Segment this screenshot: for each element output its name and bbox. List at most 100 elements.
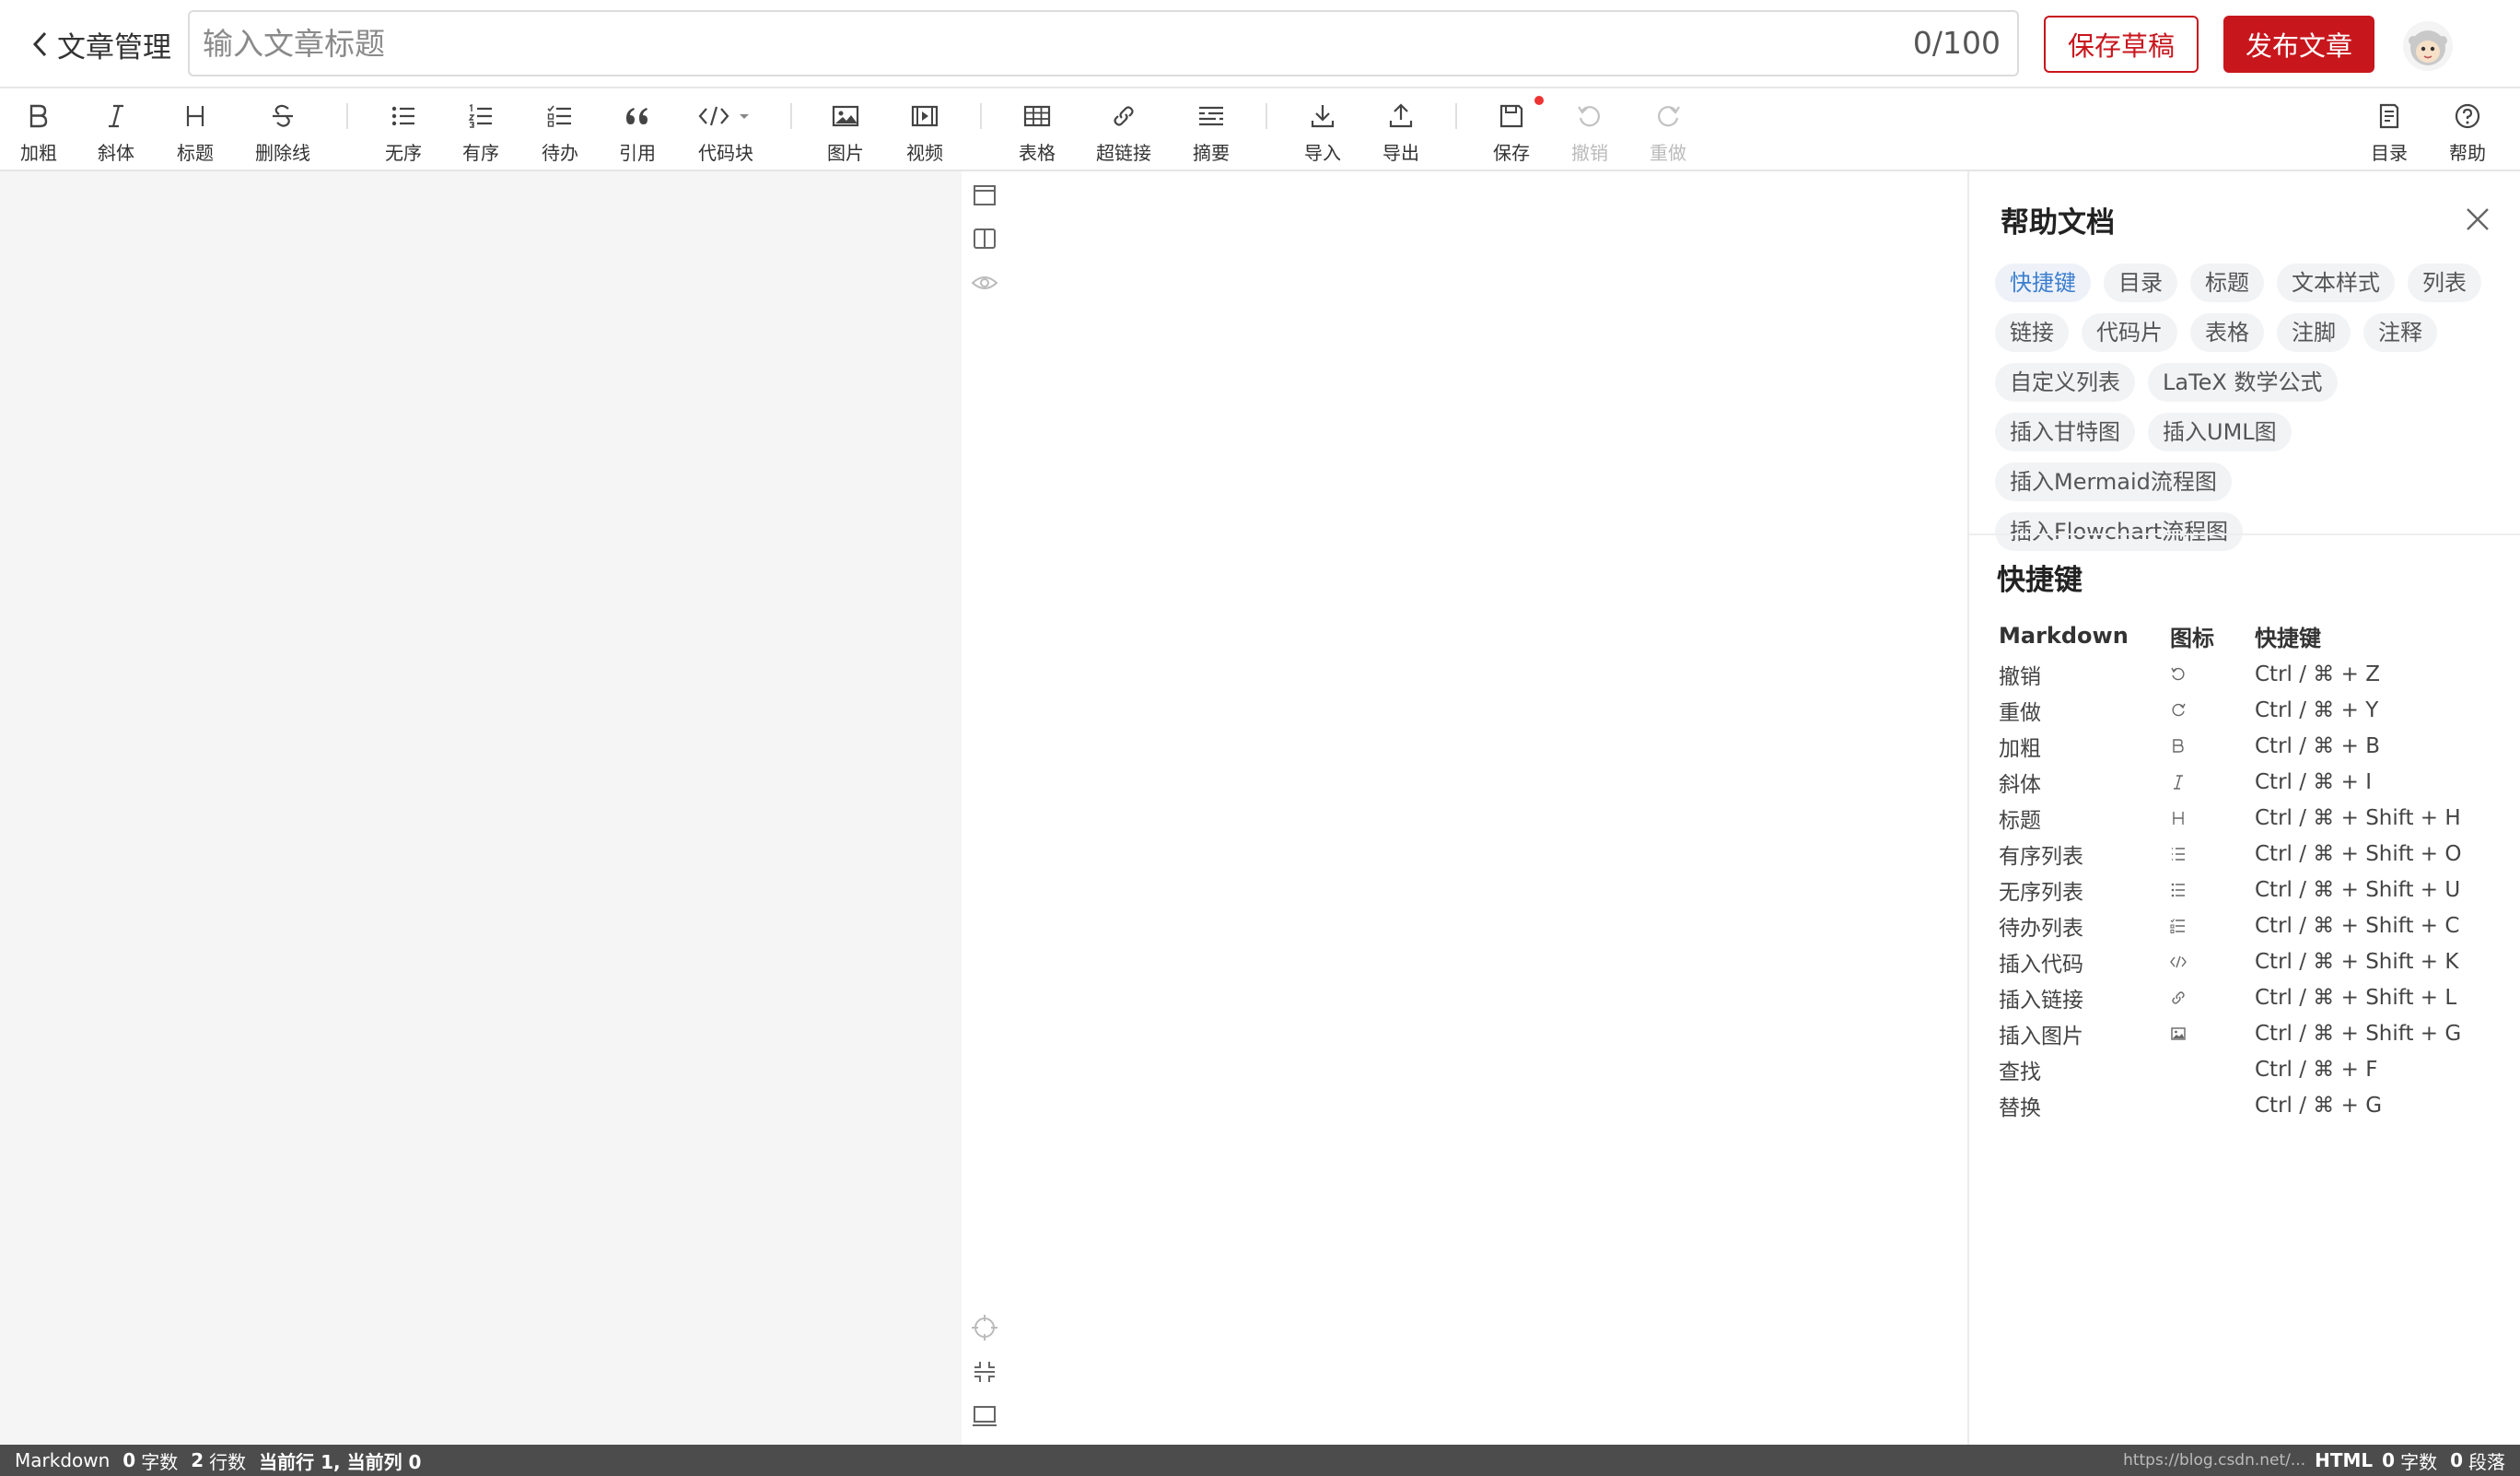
status-line-label: 行数 xyxy=(209,1450,247,1473)
heading-icon xyxy=(2173,811,2184,825)
shortcut-action: 斜体 xyxy=(1999,772,2041,797)
todo-list-button[interactable]: 待办 xyxy=(534,88,586,170)
sync-scroll-locate-button[interactable] xyxy=(971,1314,998,1341)
heading-button[interactable]: 标题 xyxy=(169,88,221,170)
insert-image-button[interactable]: 图片 xyxy=(820,88,871,170)
title-input-box[interactable]: 0/100 xyxy=(188,10,2019,76)
back-to-article-management[interactable]: 文章管理 xyxy=(31,22,171,66)
undo-label: 撤销 xyxy=(1571,142,1608,164)
status-mode: Markdown xyxy=(15,1449,111,1471)
help-panel-title: 帮助文档 xyxy=(2001,206,2115,240)
quote-button[interactable]: 引用 xyxy=(612,88,663,170)
save-draft-button[interactable]: 保存草稿 xyxy=(2044,16,2199,73)
undo-icon xyxy=(2171,667,2185,680)
import-icon xyxy=(1311,105,1335,128)
help-topic-chip[interactable]: 插入Flowchart流程图 xyxy=(1995,512,2244,551)
italic-button[interactable]: 斜体 xyxy=(90,88,142,170)
preview-only-mode-button[interactable] xyxy=(971,269,998,297)
help-icon xyxy=(2455,103,2480,129)
italic-icon xyxy=(2174,774,2183,790)
preview-pane xyxy=(1044,171,1967,1445)
heading-label: 标题 xyxy=(177,142,214,164)
top-header: 文章管理 0/100 保存草稿 发布文章 xyxy=(0,0,2520,88)
strikethrough-button[interactable]: 删除线 xyxy=(251,88,315,170)
heading-icon xyxy=(186,106,204,126)
unordered-list-button[interactable]: 无序 xyxy=(378,88,429,170)
shortcut-row: 插入图片 Ctrl / ⌘ + Shift + G xyxy=(1999,1015,2496,1051)
crosshair-icon xyxy=(972,1315,998,1341)
code-block-button[interactable]: 代码块 xyxy=(689,88,763,170)
help-topic-chip[interactable]: 代码片 xyxy=(2082,313,2177,352)
ordered-list-icon xyxy=(468,104,492,128)
shortcut-keys: Ctrl / ⌘ + F xyxy=(2255,1057,2378,1082)
help-panel-divider xyxy=(1969,533,2520,535)
summary-button[interactable]: 摘要 xyxy=(1185,88,1237,170)
unsaved-indicator-dot xyxy=(1534,96,1544,105)
shortcut-keys: Ctrl / ⌘ + Shift + O xyxy=(2255,841,2462,866)
toc-button[interactable]: 目录 xyxy=(2363,88,2415,170)
fullscreen-button[interactable] xyxy=(971,1358,998,1386)
help-topic-chip[interactable]: 插入甘特图 xyxy=(1995,413,2135,451)
shortcut-action: 插入代码 xyxy=(1999,952,2083,977)
export-icon xyxy=(1389,103,1413,128)
help-topic-chip[interactable]: LaTeX 数学公式 xyxy=(2148,363,2338,402)
status-html-char-count: 0 xyxy=(2382,1449,2396,1471)
help-topic-chip[interactable]: 链接 xyxy=(1995,313,2069,352)
title-input[interactable] xyxy=(203,12,1888,75)
publish-article-button[interactable]: 发布文章 xyxy=(2223,16,2374,73)
split-view-icon xyxy=(974,228,996,249)
help-topic-chip[interactable]: 文本样式 xyxy=(2277,264,2395,302)
quote-label: 引用 xyxy=(619,142,656,164)
help-topic-chip[interactable]: 列表 xyxy=(2408,264,2481,302)
help-topic-chip[interactable]: 目录 xyxy=(2104,264,2177,302)
insert-table-button[interactable]: 表格 xyxy=(1011,88,1063,170)
footer-panel-icon xyxy=(973,1406,997,1426)
link-icon xyxy=(2172,990,2185,1004)
user-avatar[interactable] xyxy=(2402,20,2454,72)
insert-link-button[interactable]: 超链接 xyxy=(1091,88,1157,170)
back-label: 文章管理 xyxy=(57,30,171,64)
toolbar-divider xyxy=(980,103,982,129)
split-view-mode-button[interactable] xyxy=(971,225,998,252)
insert-video-button[interactable]: 视频 xyxy=(899,88,951,170)
undo-button[interactable]: 撤销 xyxy=(1564,88,1616,170)
editor-only-icon xyxy=(974,185,996,205)
video-label: 视频 xyxy=(906,142,943,164)
todo-list-icon xyxy=(2170,918,2185,933)
save-button[interactable]: 保存 xyxy=(1486,88,1537,170)
help-button[interactable]: 帮助 xyxy=(2442,88,2493,170)
help-topic-chip[interactable]: 注脚 xyxy=(2277,313,2351,352)
help-topic-chip[interactable]: 插入UML图 xyxy=(2148,413,2292,451)
shortcut-icon-cell xyxy=(2166,774,2255,791)
help-topic-chip[interactable]: 自定义列表 xyxy=(1995,363,2135,402)
help-topic-chip[interactable]: 标题 xyxy=(2190,264,2264,302)
markdown-editor-pane[interactable] xyxy=(0,171,962,1445)
import-button[interactable]: 导入 xyxy=(1297,88,1348,170)
shortcut-icon-cell xyxy=(2166,666,2255,683)
status-right: https://blog.csdn.net/... HTML 0 字数 0 段落 xyxy=(2123,1445,2505,1476)
shortcut-icon-cell xyxy=(2166,990,2255,1006)
toc-label: 目录 xyxy=(2371,142,2408,164)
shortcut-action: 有序列表 xyxy=(1999,844,2083,869)
shortcut-row: 待办列表 Ctrl / ⌘ + Shift + C xyxy=(1999,908,2496,943)
help-topic-chip[interactable]: 表格 xyxy=(2190,313,2264,352)
chevron-down-icon[interactable] xyxy=(735,107,753,125)
help-topic-chip[interactable]: 插入Mermaid流程图 xyxy=(1995,463,2232,501)
bold-icon xyxy=(29,104,48,128)
strikethrough-icon xyxy=(273,104,293,127)
help-topic-chip[interactable]: 快捷键 xyxy=(1995,264,2091,302)
redo-button[interactable]: 重做 xyxy=(1642,88,1694,170)
bold-button[interactable]: 加粗 xyxy=(13,88,64,170)
status-char-label: 字数 xyxy=(141,1450,179,1473)
export-button[interactable]: 导出 xyxy=(1375,88,1427,170)
help-topic-chips: 快捷键 目录 标题 文本样式 列表 链接 代码片 表格 注脚 注释 自定义列表 LaTeX 数学公式插… xyxy=(1995,264,2502,562)
close-icon[interactable] xyxy=(2463,205,2492,234)
ordered-list-button[interactable]: 有序 xyxy=(455,88,507,170)
help-topic-chip[interactable]: 注释 xyxy=(2363,313,2437,352)
status-cursor-position: 当前行 1, 当前列 0 xyxy=(259,1450,422,1473)
toggle-footer-button[interactable] xyxy=(971,1402,998,1430)
ordered-list-icon xyxy=(2172,847,2185,861)
shortcut-row: 插入链接 Ctrl / ⌘ + Shift + L xyxy=(1999,979,2496,1015)
editor-only-mode-button[interactable] xyxy=(971,181,998,208)
unordered-list-icon xyxy=(391,106,414,126)
